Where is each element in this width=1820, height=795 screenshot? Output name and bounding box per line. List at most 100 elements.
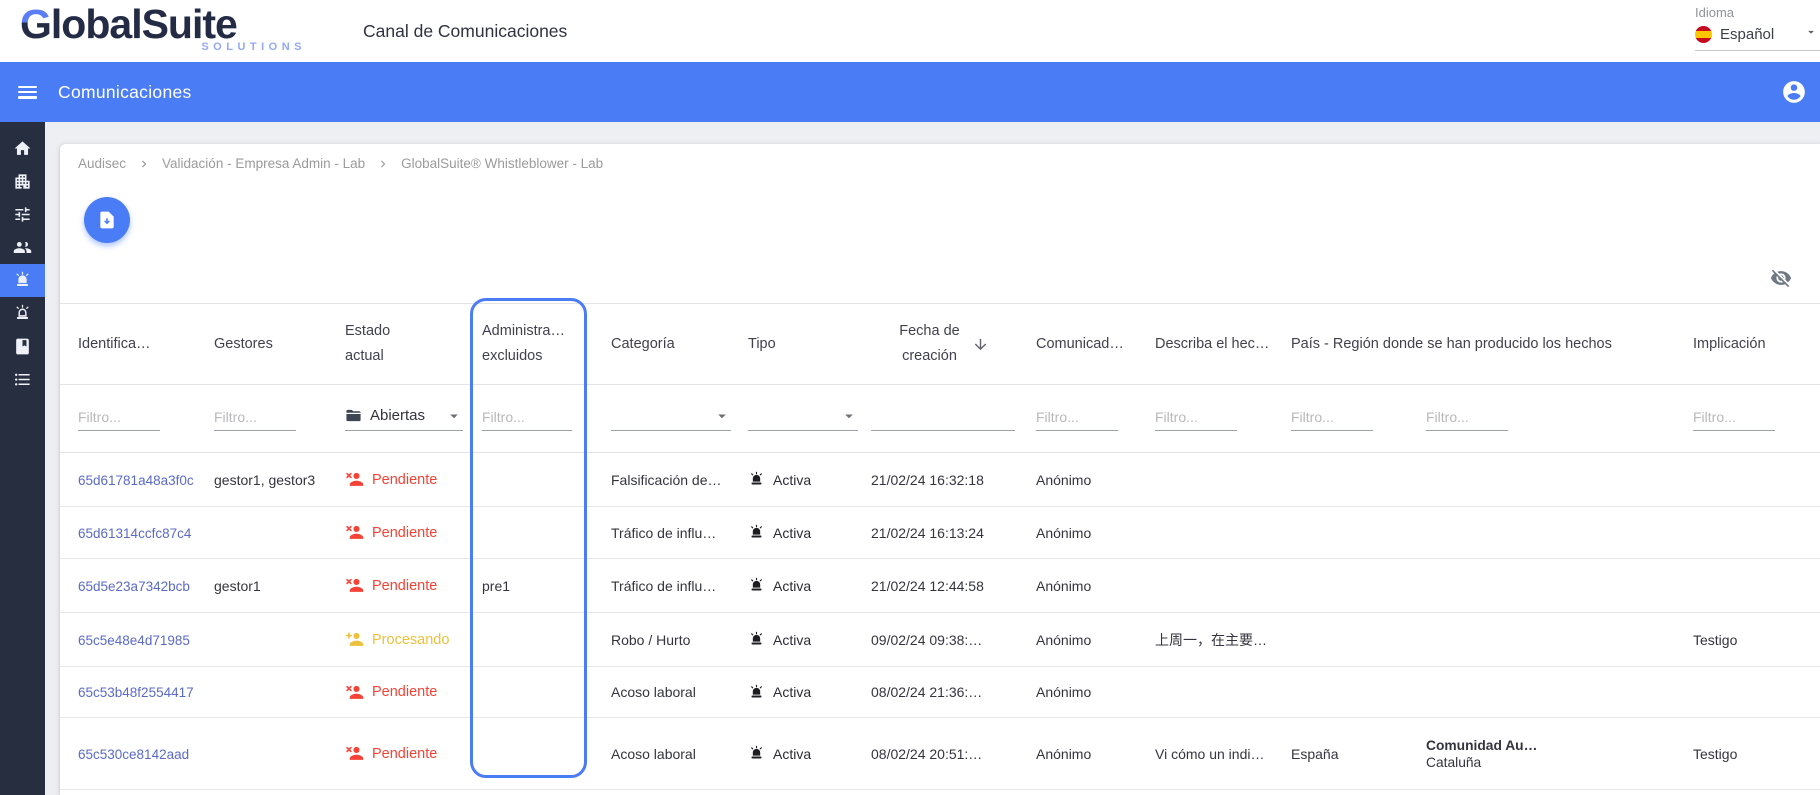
cell-describa: 上周一，在主要… (1155, 632, 1267, 648)
cell-fecha: 08/02/24 20:51:… (871, 746, 982, 762)
status-label: Pendiente (372, 578, 437, 594)
column-header-pais_region[interactable]: País - Región donde se han producido los… (1273, 332, 1675, 357)
cell-comunicado: Anónimo (1036, 746, 1091, 762)
region-sub: Cataluña (1426, 755, 1481, 770)
filter-input-describa[interactable] (1155, 407, 1237, 431)
top-header: GlobalSuite SOLUTIONS Canal de Comunicac… (0, 0, 1820, 62)
cell-categoria: Tráfico de influ… (611, 525, 716, 541)
chevron-right-icon (376, 157, 390, 171)
report-id-link[interactable]: 65d5e23a7342bcb (78, 579, 190, 594)
status-label: Pendiente (372, 525, 437, 541)
sort-desc-icon[interactable] (972, 336, 989, 353)
appbar-title: Comunicaciones (58, 82, 192, 103)
status-label: Pendiente (372, 746, 437, 762)
table-row[interactable]: 65d61781a48a3f0cgestor1, gestor3Pendient… (60, 453, 1820, 507)
filter-input-excluidos[interactable] (482, 407, 572, 431)
chevron-right-icon (137, 157, 151, 171)
breadcrumb-item[interactable]: GlobalSuite® Whistleblower - Lab (401, 156, 603, 171)
table-row[interactable]: 65d61314ccfc87c4 Pendiente Tráfico de infl… (60, 507, 1820, 559)
column-header-label: Comunicad… (1036, 336, 1124, 352)
sidebar-item-apartment[interactable] (0, 165, 45, 198)
column-header-estado[interactable]: Estado actual (327, 319, 470, 369)
column-header-categoria[interactable]: Categoría (587, 332, 732, 357)
sidebar-item-book[interactable] (0, 330, 45, 363)
filter-cell-tipo (732, 407, 865, 431)
cell-fecha: 09/02/24 09:38:… (871, 632, 982, 648)
sidebar-item-list[interactable] (0, 363, 45, 396)
filter-underline-fecha[interactable] (871, 407, 1015, 431)
report-id-link[interactable]: 65d61314ccfc87c4 (78, 526, 191, 541)
cell-tipo: Activa (748, 684, 865, 701)
folder-icon (345, 407, 362, 424)
cell-categoria: Acoso laboral (611, 746, 696, 762)
cell-implicacion: Testigo (1693, 632, 1737, 648)
filter-select-estado[interactable]: Abiertas (345, 407, 463, 431)
report-id-link[interactable]: 65d61781a48a3f0c (78, 473, 194, 488)
siren-icon (748, 524, 765, 541)
column-header-tipo[interactable]: Tipo (732, 332, 865, 357)
person-remove-icon (345, 523, 364, 542)
filter-input-comunicado[interactable] (1036, 407, 1118, 431)
sidebar-item-people[interactable] (0, 231, 45, 264)
column-header-identificador[interactable]: Identifica… (60, 332, 196, 357)
account-circle-icon[interactable] (1781, 79, 1807, 110)
report-id-link[interactable]: 65c5e48e4d71985 (78, 633, 190, 648)
region-main: Comunidad Au… (1426, 738, 1537, 753)
logo-wordmark: GlobalSuite (20, 2, 330, 46)
table-row[interactable]: 65c530ce8142aadPendienteAcoso laboralAct… (60, 718, 1820, 790)
person-remove-icon (345, 744, 364, 763)
column-header-label: Fecha de creación (895, 319, 965, 369)
column-header-fecha[interactable]: Fecha de creación (865, 319, 1018, 369)
sidebar-item-home[interactable] (0, 132, 45, 165)
column-header-gestores[interactable]: Gestores (196, 332, 327, 357)
status-label: Procesando (372, 632, 449, 648)
column-header-implicacion[interactable]: Implicación (1675, 332, 1820, 357)
filter-input-implicacion[interactable] (1693, 407, 1775, 431)
table-row[interactable]: 65c53b48f2554417PendienteAcoso laboralAc… (60, 667, 1820, 718)
doc-download-icon (97, 210, 117, 230)
siren-icon (748, 471, 765, 488)
report-id-link[interactable]: 65c53b48f2554417 (78, 685, 194, 700)
caret-down-icon (713, 407, 731, 425)
column-header-describa[interactable]: Describa el hec… (1137, 332, 1273, 357)
language-select[interactable]: Español (1695, 20, 1820, 51)
menu-icon[interactable] (18, 86, 37, 99)
cell-fecha: 21/02/24 16:32:18 (871, 472, 984, 488)
filter-select-categoria[interactable] (611, 407, 731, 431)
column-header-label: País - Región donde se han producido los… (1291, 336, 1612, 352)
filter-input-gestores[interactable] (214, 407, 296, 431)
siren-icon (748, 631, 765, 648)
column-header-label: Identifica… (78, 336, 151, 352)
new-report-button[interactable] (84, 197, 130, 243)
table-row[interactable]: 65c5e48e4d71985ProcesandoRobo / HurtoAct… (60, 613, 1820, 667)
column-header-excluidos[interactable]: Administra… excluidos (470, 319, 587, 369)
sidebar-item-siren[interactable] (0, 264, 45, 297)
filter-input-region[interactable] (1426, 407, 1508, 431)
doc-download-icon (97, 210, 117, 230)
chevron-right-icon (376, 157, 390, 171)
status-badge: Pendiente (345, 744, 470, 763)
page-title: Canal de Comunicaciones (363, 21, 567, 42)
hide-columns-eye-off-icon[interactable] (1770, 267, 1792, 294)
filter-cell-describa (1137, 407, 1273, 431)
filter-input-identificador[interactable] (78, 407, 160, 431)
account-circle-icon (1781, 79, 1807, 105)
breadcrumb: Audisec Validación - Empresa Admin - Lab G… (78, 156, 603, 171)
logo-g-accent: G (20, 1, 51, 47)
report-id-link[interactable]: 65c530ce8142aad (78, 747, 189, 762)
breadcrumb-item[interactable]: Validación - Empresa Admin - Lab (162, 156, 365, 171)
column-header-label: Gestores (214, 336, 273, 352)
list-icon (13, 370, 32, 389)
table-row[interactable]: 65d5e23a7342bcbgestor1Pendientepre1Tráfi… (60, 559, 1820, 613)
sidebar-item-siren-outline[interactable] (0, 297, 45, 330)
filter-input-pais[interactable] (1291, 407, 1373, 431)
column-header-comunicado[interactable]: Comunicad… (1018, 332, 1137, 357)
siren-icon (13, 271, 32, 290)
sidebar-item-tune[interactable] (0, 198, 45, 231)
filter-select-tipo[interactable] (748, 407, 858, 431)
status-badge: Procesando (345, 630, 470, 649)
cell-tipo: Activa (748, 471, 865, 488)
tipo-label: Activa (773, 632, 811, 648)
filter-cell-estado: Abiertas (327, 407, 470, 431)
breadcrumb-item[interactable]: Audisec (78, 156, 126, 171)
